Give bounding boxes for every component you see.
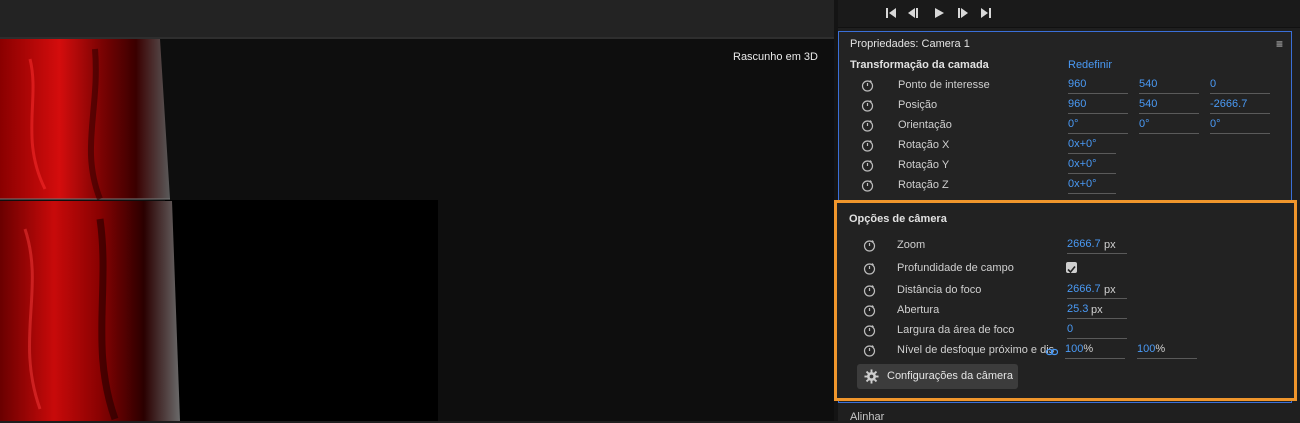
point-of-interest-y[interactable]: 540 [1139, 78, 1199, 94]
skip-to-start-icon[interactable] [885, 7, 897, 19]
stopwatch-icon[interactable] [863, 324, 876, 337]
layer-transform-title: Transformação da camada [850, 59, 989, 71]
position-y[interactable]: 540 [1139, 98, 1199, 114]
blur-level-row: Nível de desfoque próximo e dis 100% 100… [837, 340, 1289, 360]
transport-controls [838, 0, 1300, 28]
focus-width-row: Largura da área de foco 0 [837, 320, 1289, 340]
aperture-row: Abertura 25.3 px [837, 300, 1289, 320]
rotation-z-value[interactable]: 0x+0° [1068, 178, 1116, 194]
composition-viewer: Rascunho em 3D [0, 0, 834, 421]
focus-distance-number: 2666.7 [1067, 283, 1101, 295]
camera-options-section: Opções de câmera Zoom 2666.7 px Profundi… [834, 200, 1297, 401]
stopwatch-icon[interactable] [863, 284, 876, 297]
stopwatch-icon[interactable] [861, 119, 874, 132]
viewer-toolbar [0, 0, 834, 39]
zoom-unit: px [1104, 239, 1116, 251]
position-label: Posição [898, 99, 938, 111]
link-chain-icon[interactable] [1045, 344, 1059, 356]
camera-options-title: Opções de câmera [849, 213, 947, 225]
stopwatch-icon[interactable] [861, 99, 874, 112]
depth-of-field-row: Profundidade de campo [837, 258, 1289, 278]
position-x[interactable]: 960 [1068, 98, 1128, 114]
orientation-x[interactable]: 0° [1068, 118, 1128, 134]
rotation-z-label: Rotação Z [898, 179, 949, 191]
viewport-3d[interactable]: Rascunho em 3D [0, 39, 834, 421]
rotation-y-label: Rotação Y [898, 159, 950, 171]
zoom-row: Zoom 2666.7 px [837, 235, 1289, 255]
blur-near-unit: % [1083, 343, 1094, 355]
camera-settings-label: Configurações da câmera [887, 370, 1013, 382]
checkmark-icon [1067, 265, 1076, 274]
aperture-label: Abertura [897, 304, 940, 316]
zoom-value[interactable]: 2666.7 [1067, 238, 1127, 254]
orientation-y[interactable]: 0° [1139, 118, 1199, 134]
zoom-number: 2666.7 [1067, 238, 1101, 250]
step-back-icon[interactable] [907, 7, 919, 19]
orientation-label: Orientação [898, 119, 952, 131]
view-mode-label: Rascunho em 3D [733, 51, 818, 63]
stopwatch-icon[interactable] [863, 262, 876, 275]
focus-width-label: Largura da área de foco [897, 324, 1015, 336]
skip-to-end-icon[interactable] [980, 7, 992, 19]
point-of-interest-x[interactable]: 960 [1068, 78, 1128, 94]
play-icon[interactable] [933, 7, 945, 19]
depth-of-field-label: Profundidade de campo [897, 262, 1014, 274]
blur-near-value[interactable]: 100% [1065, 343, 1125, 359]
depth-of-field-checkbox[interactable] [1066, 262, 1077, 274]
align-section-title[interactable]: Alinhar [850, 411, 884, 423]
point-of-interest-row: Ponto de interesse 960 540 0 [839, 75, 1291, 95]
focus-distance-label: Distância do foco [897, 284, 982, 296]
reset-link[interactable]: Redefinir [1068, 59, 1112, 71]
stopwatch-icon[interactable] [861, 79, 874, 92]
point-of-interest-label: Ponto de interesse [898, 79, 990, 91]
rotation-z-row: Rotação Z 0x+0° [839, 175, 1291, 195]
rotation-x-row: Rotação X 0x+0° [839, 135, 1291, 155]
step-forward-icon[interactable] [957, 7, 969, 19]
blur-far-number: 100 [1137, 343, 1156, 355]
orientation-row: Orientação 0° 0° 0° [839, 115, 1291, 135]
point-of-interest-z[interactable]: 0 [1210, 78, 1270, 94]
position-row: Posição 960 540 -2666.7 [839, 95, 1291, 115]
blur-level-label: Nível de desfoque próximo e dis [897, 344, 1055, 356]
aperture-number: 25.3 [1067, 303, 1089, 315]
rotation-y-row: Rotação Y 0x+0° [839, 155, 1291, 175]
focus-distance-value[interactable]: 2666.7 [1067, 283, 1127, 299]
gear-icon [864, 369, 879, 384]
stopwatch-icon[interactable] [863, 304, 876, 317]
camera-settings-button[interactable]: Configurações da câmera [857, 364, 1018, 389]
rotation-y-value[interactable]: 0x+0° [1068, 158, 1116, 174]
aperture-unit: px [1091, 304, 1103, 316]
stopwatch-icon[interactable] [861, 159, 874, 172]
panel-title: Propriedades: Camera 1 [850, 38, 970, 50]
zoom-label: Zoom [897, 239, 926, 251]
blur-far-unit: % [1155, 343, 1166, 355]
rotation-x-label: Rotação X [898, 139, 950, 151]
blur-near-number: 100 [1065, 343, 1084, 355]
rotation-x-value[interactable]: 0x+0° [1068, 138, 1116, 154]
blur-far-value[interactable]: 100% [1137, 343, 1197, 359]
panel-menu-icon[interactable]: ≡ [1276, 37, 1283, 51]
stopwatch-icon[interactable] [861, 139, 874, 152]
stopwatch-icon[interactable] [863, 344, 876, 357]
scene-render [0, 39, 438, 421]
orientation-z[interactable]: 0° [1210, 118, 1270, 134]
focus-width-value[interactable]: 0 [1067, 323, 1127, 339]
focus-distance-row: Distância do foco 2666.7 px [837, 280, 1289, 300]
stopwatch-icon[interactable] [863, 239, 876, 252]
position-z[interactable]: -2666.7 [1210, 98, 1270, 114]
stopwatch-icon[interactable] [861, 179, 874, 192]
focus-distance-unit: px [1104, 284, 1116, 296]
